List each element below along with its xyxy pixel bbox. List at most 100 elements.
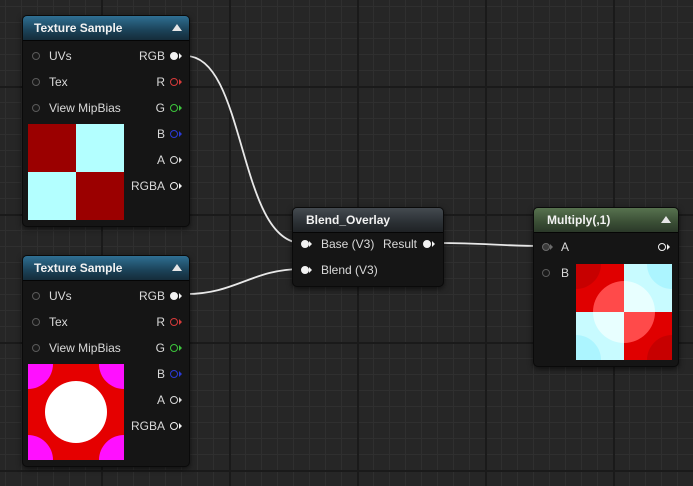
input-pin-tex[interactable]: Tex <box>23 315 123 329</box>
input-pin-tex[interactable]: Tex <box>23 75 123 89</box>
pin-label: View MipBias <box>49 341 121 355</box>
wire-rgb-to-base[interactable] <box>185 55 303 244</box>
output-pin-rgb[interactable]: RGB <box>119 49 189 63</box>
node-header[interactable]: Multiply(,1) <box>534 208 678 233</box>
node-title: Texture Sample <box>34 261 123 275</box>
output-pin-r[interactable]: R <box>119 75 189 89</box>
pin-label: B <box>156 127 165 141</box>
texture-sample-node-top[interactable]: Texture Sample UVs Tex View MipBias RGB … <box>22 15 190 227</box>
arrow-icon <box>667 244 670 250</box>
pin-label: G <box>155 341 165 355</box>
pin-label: RGB <box>138 289 165 303</box>
texture-sample-node-bottom[interactable]: Texture Sample UVs Tex View MipBias RGB … <box>22 255 190 467</box>
pin-label: RGB <box>138 49 165 63</box>
collapse-arrow-icon[interactable] <box>172 24 182 31</box>
pin-label: Result <box>382 237 417 251</box>
arrow-icon <box>179 157 182 163</box>
filled-circle-icon[interactable] <box>170 292 178 300</box>
output-pin-b[interactable]: B <box>119 367 189 381</box>
pin-label: G <box>155 101 165 115</box>
output-pin-a[interactable]: A <box>119 393 189 407</box>
empty-circle-icon[interactable] <box>32 52 40 60</box>
node-header[interactable]: Blend_Overlay <box>293 208 443 233</box>
wire-result-to-a[interactable] <box>439 242 546 247</box>
pin-label: Base (V3) <box>321 237 375 251</box>
output-pin-rgba[interactable]: RGBA <box>119 419 189 433</box>
hollow-circle-icon[interactable] <box>170 370 178 378</box>
pin-label: R <box>156 75 165 89</box>
blend-overlay-node[interactable]: Blend_Overlay Base (V3) Blend (V3) Resul… <box>292 207 444 287</box>
node-title: Blend_Overlay <box>306 213 391 227</box>
arrow-icon <box>309 267 312 273</box>
output-pin-b[interactable]: B <box>119 127 189 141</box>
collapse-arrow-icon[interactable] <box>172 264 182 271</box>
input-pin-view-mipbias[interactable]: View MipBias <box>23 341 133 355</box>
filled-circle-icon[interactable] <box>423 240 431 248</box>
input-pin-uvs[interactable]: UVs <box>23 49 123 63</box>
output-pin-g[interactable]: G <box>119 101 189 115</box>
collapse-arrow-icon[interactable] <box>661 216 671 223</box>
empty-circle-icon[interactable] <box>542 269 550 277</box>
pin-label: RGBA <box>130 419 165 433</box>
connected-circle-icon[interactable] <box>542 243 550 251</box>
multiply-node[interactable]: Multiply(,1) A B <box>533 207 679 367</box>
arrow-icon <box>309 241 312 247</box>
hollow-circle-icon[interactable] <box>170 104 178 112</box>
texture-preview-checker <box>28 124 124 220</box>
material-graph-canvas[interactable]: Texture Sample UVs Tex View MipBias RGB … <box>0 0 693 486</box>
empty-circle-icon[interactable] <box>32 344 40 352</box>
output-pin[interactable] <box>648 240 678 254</box>
pin-label: UVs <box>49 49 72 63</box>
wire-rgb-to-blend[interactable] <box>185 268 303 295</box>
output-pin-g[interactable]: G <box>119 341 189 355</box>
arrow-icon <box>179 371 182 377</box>
hollow-circle-icon[interactable] <box>170 422 178 430</box>
input-pin-base[interactable]: Base (V3) <box>293 237 383 251</box>
output-pin-rgb[interactable]: RGB <box>119 289 189 303</box>
hollow-circle-icon[interactable] <box>170 78 178 86</box>
hollow-circle-icon[interactable] <box>658 243 666 251</box>
arrow-icon <box>179 53 182 59</box>
pin-label: A <box>156 393 165 407</box>
empty-circle-icon[interactable] <box>32 318 40 326</box>
arrow-icon <box>179 397 182 403</box>
hollow-circle-icon[interactable] <box>170 156 178 164</box>
input-pin-uvs[interactable]: UVs <box>23 289 123 303</box>
hollow-circle-icon[interactable] <box>170 130 178 138</box>
empty-circle-icon[interactable] <box>32 78 40 86</box>
input-pin-blend[interactable]: Blend (V3) <box>293 263 383 277</box>
pin-label: B <box>561 266 570 280</box>
output-pin-a[interactable]: A <box>119 153 189 167</box>
node-header[interactable]: Texture Sample <box>23 256 189 281</box>
pin-label: Blend (V3) <box>321 263 378 277</box>
input-pin-a[interactable]: A <box>534 240 594 254</box>
input-pin-view-mipbias[interactable]: View MipBias <box>23 101 133 115</box>
filled-circle-icon[interactable] <box>301 240 309 248</box>
filled-circle-icon[interactable] <box>170 52 178 60</box>
arrow-icon <box>179 183 182 189</box>
hollow-circle-icon[interactable] <box>170 396 178 404</box>
output-pin-rgba[interactable]: RGBA <box>119 179 189 193</box>
output-pin-result[interactable]: Result <box>373 237 443 251</box>
hollow-circle-icon[interactable] <box>170 182 178 190</box>
pin-label: R <box>156 315 165 329</box>
empty-circle-icon[interactable] <box>32 104 40 112</box>
arrow-icon <box>432 241 435 247</box>
node-title: Texture Sample <box>34 21 123 35</box>
pin-label: B <box>156 367 165 381</box>
arrow-icon <box>179 293 182 299</box>
multiply-preview <box>576 264 672 360</box>
pin-label: Tex <box>49 315 68 329</box>
pin-label: A <box>156 153 165 167</box>
empty-circle-icon[interactable] <box>32 292 40 300</box>
hollow-circle-icon[interactable] <box>170 318 178 326</box>
arrow-icon <box>179 79 182 85</box>
output-pin-r[interactable]: R <box>119 315 189 329</box>
arrow-icon <box>179 105 182 111</box>
pin-label: UVs <box>49 289 72 303</box>
filled-circle-icon[interactable] <box>301 266 309 274</box>
arrow-icon <box>550 244 553 250</box>
texture-preview-circle <box>28 364 124 460</box>
hollow-circle-icon[interactable] <box>170 344 178 352</box>
node-header[interactable]: Texture Sample <box>23 16 189 41</box>
